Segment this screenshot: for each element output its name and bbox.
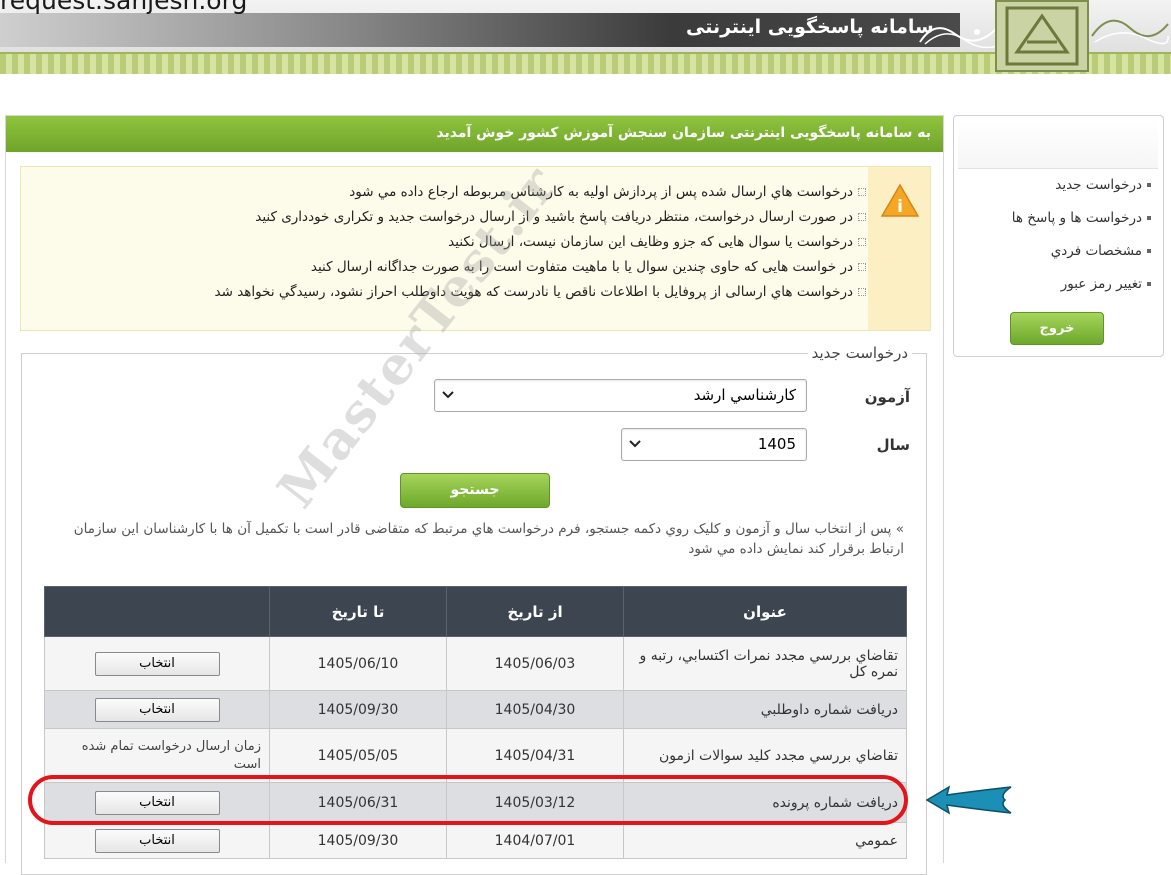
- chevron-down-icon: [442, 391, 454, 399]
- organization-logo: [995, 0, 1089, 72]
- year-select[interactable]: 1405: [621, 428, 807, 461]
- column-header-action: [44, 586, 270, 637]
- site-header: request.sanjesh.org سامانه پاسخگويی اینت…: [0, 0, 1171, 74]
- row-action-cell: انتخاب: [44, 822, 270, 859]
- row-to-date: 1405/09/30: [269, 822, 447, 859]
- bullet-icon: [1147, 282, 1151, 286]
- row-title: تقاضاي بررسي مجدد نمرات اکتسابي، رتبه و …: [623, 636, 907, 691]
- row-to-date: 1405/09/30: [269, 690, 447, 729]
- row-action-cell: انتخاب: [44, 636, 270, 691]
- bullet-icon: [1147, 183, 1151, 187]
- welcome-text: به سامانه پاسخگويی اينترنتی سازمان سنجش …: [436, 125, 931, 141]
- row-from-date: 1404/07/01: [446, 822, 624, 859]
- table-row: عمومي 1404/07/01 1405/09/30 انتخاب: [44, 822, 907, 859]
- fieldset-legend: درخواست جديد: [807, 344, 912, 362]
- select-button[interactable]: انتخاب: [94, 828, 220, 853]
- logout-button[interactable]: خروج: [1010, 312, 1104, 345]
- sidebar: درخواست جديد درخواست ها و پاسخ ها مشخصات…: [953, 115, 1164, 357]
- row-title: عمومي: [623, 822, 907, 859]
- select-button[interactable]: انتخاب: [94, 651, 220, 676]
- sidebar-header: [958, 120, 1158, 169]
- row-from-date: 1405/06/03: [446, 636, 624, 691]
- notice-item: درخواست هاي ارسالی از پروفايل با اطلاعات…: [215, 282, 866, 307]
- sidebar-item-change-password[interactable]: تغيير رمز عبور: [1012, 273, 1151, 306]
- exam-select[interactable]: کارشناسي ارشد: [434, 379, 807, 412]
- column-header-to: تا تاريخ: [269, 586, 447, 637]
- row-from-date: 1405/04/30: [446, 690, 624, 729]
- closed-status-text: زمان ارسال درخواست تمام شده است: [81, 738, 261, 772]
- sidebar-menu: درخواست جديد درخواست ها و پاسخ ها مشخصات…: [1012, 174, 1151, 306]
- sidebar-item-new-request[interactable]: درخواست جديد: [1012, 174, 1151, 207]
- year-select-value: 1405: [757, 435, 796, 453]
- row-to-date: 1405/06/10: [269, 636, 447, 691]
- exam-label: آزمون: [864, 388, 910, 406]
- exam-select-value: کارشناسي ارشد: [693, 386, 796, 404]
- warning-icon: i: [880, 183, 920, 217]
- search-button[interactable]: جستجو: [400, 473, 550, 508]
- year-label: سال: [876, 436, 910, 454]
- search-hint: » پس از انتخاب سال و آزمون و کليک روي دک…: [73, 521, 904, 557]
- notice-item: در خواست هايی که حاوی چندين سوال يا با م…: [215, 257, 866, 282]
- select-button[interactable]: انتخاب: [94, 697, 220, 722]
- column-header-from: از تاريخ: [446, 586, 624, 637]
- notice-item: درخواست يا سوال هايی که جزو وظايف اين سا…: [215, 232, 866, 257]
- ornament-right-icon: [1091, 19, 1169, 45]
- welcome-bar: به سامانه پاسخگويی اينترنتی سازمان سنجش …: [6, 116, 943, 152]
- notice-icon-area: i: [868, 167, 930, 330]
- row-action-cell: انتخاب: [44, 690, 270, 729]
- bullet-icon: [1147, 216, 1151, 220]
- sidebar-item-requests-and-answers[interactable]: درخواست ها و پاسخ ها: [1012, 207, 1151, 240]
- row-title: دريافت شماره داوطلبي: [623, 690, 907, 729]
- svg-text:i: i: [897, 197, 903, 217]
- pointer-arrow-icon: [925, 785, 1012, 815]
- bullet-icon: [1147, 249, 1151, 253]
- site-url: request.sanjesh.org: [0, 0, 248, 15]
- sidebar-item-profile[interactable]: مشخصات فردي: [1012, 240, 1151, 273]
- system-title: سامانه پاسخگويی اینترنتی: [686, 16, 934, 38]
- table-header-row: عنوان از تاريخ تا تاريخ: [44, 586, 907, 637]
- table-row: دريافت شماره داوطلبي 1405/04/30 1405/09/…: [44, 690, 907, 729]
- highlight-outline: [28, 775, 908, 825]
- column-header-title: عنوان: [623, 586, 907, 637]
- chevron-down-icon: [629, 440, 641, 448]
- table-row: تقاضاي بررسي مجدد نمرات اکتسابي، رتبه و …: [44, 636, 907, 691]
